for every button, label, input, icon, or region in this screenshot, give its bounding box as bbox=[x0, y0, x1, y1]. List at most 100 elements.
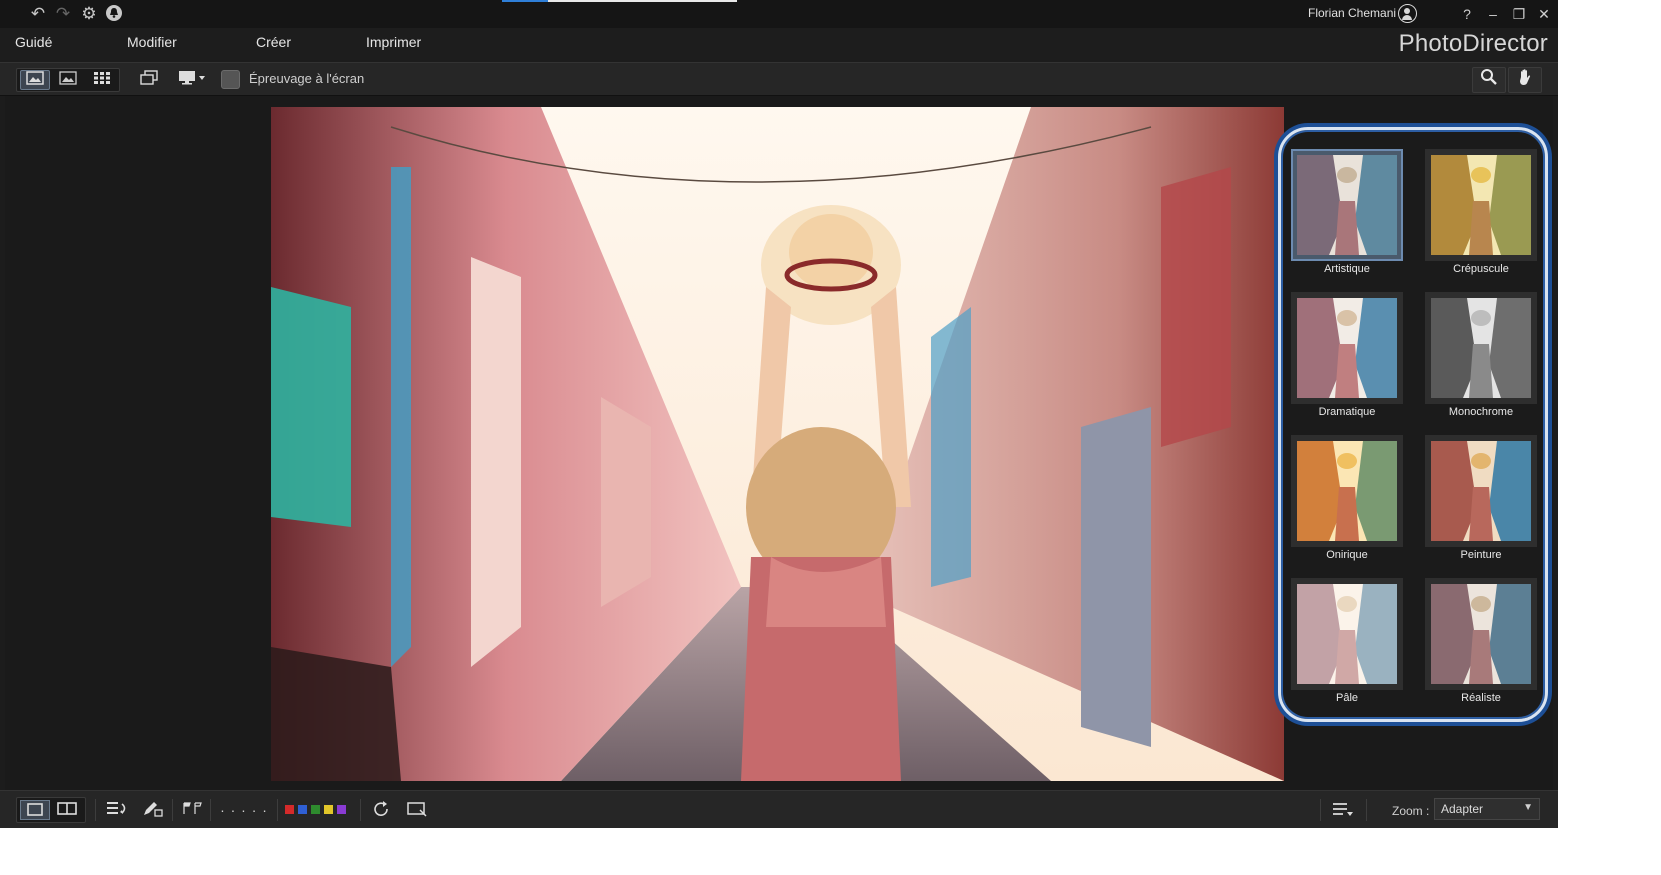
restore-button[interactable]: ❐ bbox=[1510, 4, 1528, 24]
preset-label: Dramatique bbox=[1318, 406, 1376, 418]
preset-crepuscule[interactable]: Crépuscule bbox=[1425, 149, 1537, 277]
preset-artistique-image bbox=[1297, 155, 1397, 255]
flags-glyph-icon bbox=[183, 802, 202, 814]
star-rating-dots[interactable]: · · · · · bbox=[216, 800, 272, 820]
split-view-icon[interactable] bbox=[53, 800, 83, 820]
notification-bell-icon[interactable] bbox=[104, 4, 124, 24]
menu-modifier[interactable]: Modifier bbox=[127, 34, 177, 50]
sort-rotate-icon[interactable] bbox=[104, 800, 130, 820]
color-label-purple[interactable] bbox=[337, 805, 346, 814]
app-brand: PhotoDirector bbox=[1398, 30, 1548, 57]
separator bbox=[1320, 799, 1321, 821]
split-view-glyph-icon bbox=[57, 802, 77, 815]
preset-thumbnail bbox=[1291, 578, 1403, 690]
navigation-tools bbox=[1472, 67, 1544, 93]
edit-pen-icon[interactable] bbox=[140, 800, 166, 820]
grid-glyph-icon bbox=[94, 72, 110, 84]
photodirector-window: ↶ ↷ ⚙ Florian Chemani ? – ❐ ✕ Guidé Modi… bbox=[0, 0, 1558, 828]
single-photo-view-icon[interactable] bbox=[53, 70, 83, 90]
preset-thumbnail bbox=[1291, 292, 1403, 404]
preset-dramatique[interactable]: Dramatique bbox=[1291, 292, 1403, 420]
color-label-blue[interactable] bbox=[298, 805, 307, 814]
main-photo[interactable] bbox=[271, 107, 1284, 781]
preset-monochrome[interactable]: Monochrome bbox=[1425, 292, 1537, 420]
preset-realiste-image bbox=[1431, 584, 1531, 684]
zoom-magnifier-icon[interactable] bbox=[1472, 67, 1506, 93]
preset-onirique[interactable]: Onirique bbox=[1291, 435, 1403, 563]
preset-thumbnail bbox=[1291, 149, 1403, 261]
filter-list-icon[interactable] bbox=[1330, 800, 1356, 820]
single-view-glyph-icon bbox=[27, 803, 43, 816]
pen-glyph-icon bbox=[144, 802, 163, 817]
rotate-glyph-icon bbox=[374, 801, 388, 816]
layout-toggle-group bbox=[16, 797, 86, 823]
preset-label: Onirique bbox=[1326, 549, 1368, 561]
close-button[interactable]: ✕ bbox=[1535, 4, 1553, 24]
minimize-button[interactable]: – bbox=[1484, 4, 1502, 24]
preset-panel: Artistique Crépuscule Dramatique Monochr… bbox=[1278, 127, 1548, 722]
color-label-red[interactable] bbox=[285, 805, 294, 814]
preset-label: Artistique bbox=[1324, 263, 1370, 275]
monitor-glyph-icon bbox=[179, 71, 205, 85]
zoom-select[interactable]: Adapter ▼ bbox=[1434, 798, 1540, 820]
title-bar: ↶ ↷ ⚙ Florian Chemani ? – ❐ ✕ bbox=[0, 0, 1558, 28]
separator bbox=[1366, 799, 1367, 821]
preset-peinture[interactable]: Peinture bbox=[1425, 435, 1537, 563]
settings-gear-icon[interactable]: ⚙ bbox=[79, 4, 99, 24]
separator bbox=[277, 799, 278, 821]
soft-proof-checkbox[interactable] bbox=[221, 70, 240, 89]
color-label-yellow[interactable] bbox=[324, 805, 333, 814]
zoom-value: Adapter bbox=[1441, 802, 1484, 816]
hand-pan-icon[interactable] bbox=[1508, 67, 1542, 93]
preset-thumbnail bbox=[1425, 435, 1537, 547]
loupe-glyph-icon bbox=[26, 71, 44, 85]
preset-label: Monochrome bbox=[1448, 406, 1514, 418]
street-photo-image bbox=[271, 107, 1284, 781]
bottom-toolbar: · · · · · Zoom : Adapter ▼ bbox=[0, 790, 1558, 828]
preset-label: Crépuscule bbox=[1453, 263, 1509, 275]
menu-guide[interactable]: Guidé bbox=[15, 34, 52, 50]
crop-frame-icon[interactable] bbox=[404, 800, 430, 820]
help-button[interactable]: ? bbox=[1458, 4, 1476, 24]
preset-label: Réaliste bbox=[1461, 692, 1501, 704]
preset-label: Peinture bbox=[1460, 549, 1502, 561]
preset-pale-image bbox=[1297, 584, 1397, 684]
sort-glyph-icon bbox=[107, 802, 126, 814]
view-toolbar: Épreuvage à l'écran bbox=[0, 62, 1558, 96]
rotate-icon[interactable] bbox=[370, 800, 394, 820]
loupe-view-icon[interactable] bbox=[20, 70, 50, 90]
filter-glyph-icon bbox=[1333, 803, 1353, 816]
user-account-icon[interactable] bbox=[1398, 4, 1417, 23]
view-mode-group bbox=[16, 68, 120, 92]
bell-glyph-icon bbox=[106, 5, 122, 21]
preset-thumbnail bbox=[1425, 578, 1537, 690]
photo-glyph-icon bbox=[59, 71, 77, 85]
redo-icon[interactable]: ↷ bbox=[53, 4, 73, 24]
compare-view-icon[interactable] bbox=[134, 69, 164, 91]
flag-icons[interactable] bbox=[180, 800, 206, 820]
single-view-icon[interactable] bbox=[20, 800, 50, 820]
hand-glyph-icon bbox=[1520, 69, 1531, 85]
color-label-green[interactable] bbox=[311, 805, 320, 814]
preset-peinture-image bbox=[1431, 441, 1531, 541]
separator bbox=[172, 799, 173, 821]
preset-thumbnail bbox=[1291, 435, 1403, 547]
separator bbox=[210, 799, 211, 821]
separator bbox=[360, 799, 361, 821]
separator bbox=[95, 799, 96, 821]
grid-view-icon[interactable] bbox=[87, 70, 117, 90]
soft-proof-label: Épreuvage à l'écran bbox=[249, 71, 365, 86]
undo-icon[interactable]: ↶ bbox=[28, 4, 48, 24]
preset-realiste[interactable]: Réaliste bbox=[1425, 578, 1537, 706]
crop-glyph-icon bbox=[407, 802, 427, 817]
preset-artistique[interactable]: Artistique bbox=[1291, 149, 1403, 277]
display-mode-dropdown-icon[interactable] bbox=[176, 69, 208, 91]
menu-imprimer[interactable]: Imprimer bbox=[366, 34, 421, 50]
magnifier-glyph-icon bbox=[1481, 69, 1497, 85]
preset-monochrome-image bbox=[1431, 298, 1531, 398]
menu-creer[interactable]: Créer bbox=[256, 34, 291, 50]
preset-pale[interactable]: Pâle bbox=[1291, 578, 1403, 706]
preset-thumbnail bbox=[1425, 292, 1537, 404]
preset-dramatique-image bbox=[1297, 298, 1397, 398]
module-indicator bbox=[502, 0, 737, 2]
